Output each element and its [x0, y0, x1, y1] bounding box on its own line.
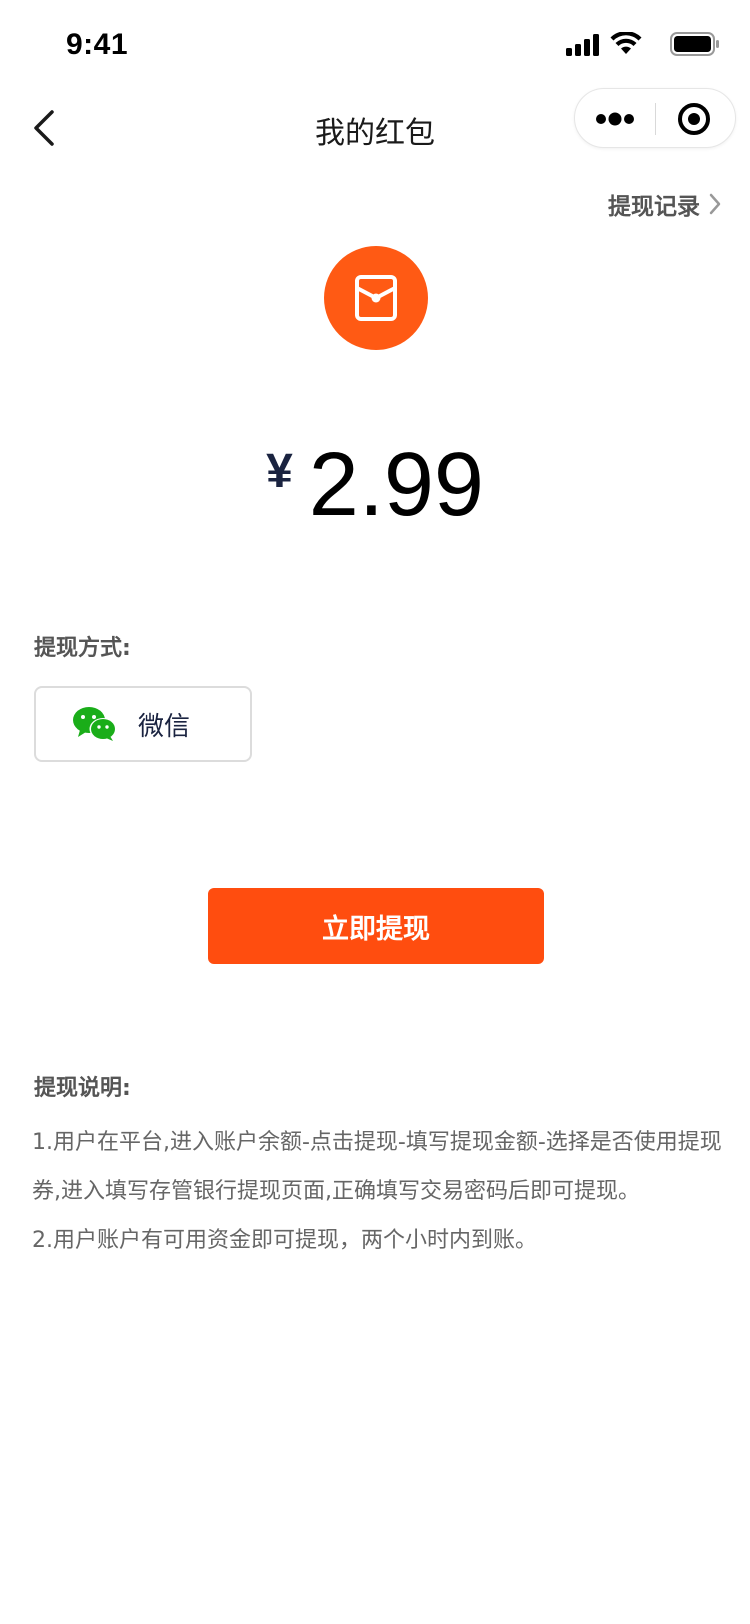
balance-amount: ¥2.99	[0, 434, 750, 537]
battery-icon	[670, 32, 719, 56]
currency-symbol: ¥	[266, 445, 293, 498]
close-miniprogram-button[interactable]	[656, 89, 736, 149]
capsule-menu	[574, 88, 736, 148]
red-envelope-badge	[324, 246, 428, 350]
method-name: 微信	[138, 711, 191, 742]
withdraw-notes: 1.用户在平台,进入账户余额-点击提现-填写提现金额-选择是否使用提现券,进入填…	[32, 1118, 722, 1265]
wechat-icon	[73, 707, 117, 741]
more-icon	[596, 112, 634, 126]
withdraw-history-link[interactable]: 提现记录	[608, 186, 722, 222]
withdraw-method-label: 提现方式:	[34, 636, 131, 661]
close-target-icon	[678, 103, 710, 135]
history-label: 提现记录	[608, 194, 700, 220]
status-time: 9:41	[66, 28, 129, 61]
amount-value: 2.99	[308, 435, 484, 535]
withdraw-now-button[interactable]: 立即提现	[208, 888, 544, 964]
signal-icon	[566, 34, 599, 56]
more-button[interactable]	[575, 89, 655, 149]
note-item: 2.用户账户有可用资金即可提现，两个小时内到账。	[32, 1228, 537, 1253]
chevron-right-icon	[709, 193, 721, 215]
withdraw-notes-title: 提现说明:	[34, 1076, 131, 1101]
note-item: 1.用户在平台,进入账户余额-点击提现-填写提现金额-选择是否使用提现券,进入填…	[32, 1130, 722, 1204]
wechat-method-option[interactable]: 微信	[34, 686, 252, 762]
nav-bar: 我的红包	[0, 88, 750, 176]
red-envelope-icon	[355, 275, 397, 321]
status-bar: 9:41	[0, 0, 750, 88]
wifi-icon	[610, 32, 642, 54]
